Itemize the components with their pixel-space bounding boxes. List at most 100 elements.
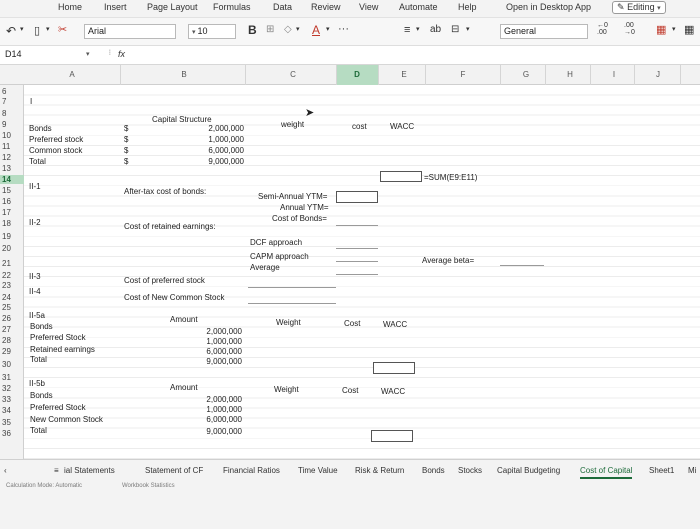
font-size-select[interactable]: ▾ 10 bbox=[188, 24, 236, 39]
menu-insert[interactable]: Insert bbox=[104, 2, 127, 12]
merge-icon[interactable]: ⊟ bbox=[451, 24, 459, 35]
increase-decimal-icon[interactable]: ←0.00 bbox=[597, 22, 608, 36]
row-header[interactable]: 18 bbox=[2, 219, 11, 228]
cell-bonds-5b[interactable]: Bonds bbox=[30, 391, 53, 400]
input-box-wacc-5a[interactable] bbox=[373, 362, 415, 374]
cell-annual-ytm[interactable]: Annual YTM= bbox=[280, 203, 329, 212]
cell-value-bonds-5a[interactable]: 2,000,000 bbox=[186, 327, 242, 336]
row-header[interactable]: 6 bbox=[2, 87, 6, 96]
row-header[interactable]: 30 bbox=[2, 360, 11, 369]
input-box-total-weight[interactable] bbox=[380, 171, 422, 182]
cell-new-common-stock[interactable]: New Common Stock bbox=[30, 415, 103, 424]
row-header[interactable]: 33 bbox=[2, 395, 11, 404]
cell-value-new-common[interactable]: 6,000,000 bbox=[186, 415, 242, 424]
cell-value-total-5a[interactable]: 9,000,000 bbox=[186, 357, 242, 366]
chevron-down-icon[interactable]: ▾ bbox=[416, 25, 420, 33]
row-header[interactable]: 13 bbox=[2, 164, 11, 173]
status-workbook-stats[interactable]: Workbook Statistics bbox=[122, 483, 175, 489]
cell-total[interactable]: Total bbox=[29, 157, 46, 166]
menu-automate[interactable]: Automate bbox=[399, 2, 438, 12]
tab-cost-of-capital[interactable]: Cost of Capital bbox=[580, 466, 633, 479]
chevron-down-icon[interactable]: ▾ bbox=[672, 25, 676, 33]
row-header[interactable]: 31 bbox=[2, 373, 11, 382]
cell-ii-1[interactable]: II-1 bbox=[29, 182, 41, 191]
tab-time-value[interactable]: Time Value bbox=[298, 466, 338, 475]
row-header[interactable]: 9 bbox=[2, 120, 6, 129]
cell-wacc-header[interactable]: WACC bbox=[390, 122, 414, 131]
cell-retained-earnings[interactable]: Retained earnings bbox=[30, 345, 95, 354]
cell-cost-preferred[interactable]: Cost of preferred stock bbox=[124, 276, 205, 285]
number-format-select[interactable]: General bbox=[500, 24, 588, 39]
cell-average-beta[interactable]: Average beta= bbox=[422, 256, 474, 265]
cell-bonds[interactable]: Bonds bbox=[29, 124, 52, 133]
row-header[interactable]: 10 bbox=[2, 131, 11, 140]
tab-sheet1[interactable]: Sheet1 bbox=[649, 466, 674, 475]
row-header[interactable]: 34 bbox=[2, 406, 11, 415]
cell-value-bonds[interactable]: 2,000,000 bbox=[188, 124, 244, 133]
row-header[interactable]: 8 bbox=[2, 109, 6, 118]
row-header[interactable]: 11 bbox=[2, 142, 10, 151]
column-header-h[interactable]: H bbox=[560, 70, 580, 79]
input-box-semi-annual-ytm[interactable] bbox=[336, 191, 378, 203]
cell-bonds-5a[interactable]: Bonds bbox=[30, 322, 53, 331]
menu-help[interactable]: Help bbox=[458, 2, 477, 12]
table-icon[interactable]: ▦ bbox=[684, 23, 694, 36]
cell-weight-header-5b[interactable]: Weight bbox=[274, 385, 299, 394]
chevron-down-icon[interactable]: ▾ bbox=[46, 25, 50, 33]
cell-average[interactable]: Average bbox=[250, 263, 280, 272]
cell-cost-header-5b[interactable]: Cost bbox=[342, 386, 358, 395]
cell-cost-header[interactable]: cost bbox=[352, 122, 367, 131]
cell-amount-header[interactable]: Amount bbox=[170, 315, 198, 324]
row-header[interactable]: 7 bbox=[2, 97, 6, 106]
cell-common-stock[interactable]: Common stock bbox=[29, 146, 82, 155]
column-header-g[interactable]: G bbox=[516, 70, 536, 79]
column-header-e[interactable]: E bbox=[394, 70, 414, 79]
row-header[interactable]: 25 bbox=[2, 303, 11, 312]
cell-total-5a[interactable]: Total bbox=[30, 355, 47, 364]
cell-dcf-approach[interactable]: DCF approach bbox=[250, 238, 302, 247]
cell-value-total[interactable]: 9,000,000 bbox=[188, 157, 244, 166]
menu-view[interactable]: View bbox=[359, 2, 378, 12]
conditional-format-icon[interactable]: ▦ bbox=[656, 23, 666, 36]
bold-button[interactable]: B bbox=[248, 23, 257, 37]
cell-value-total-5b[interactable]: 9,000,000 bbox=[186, 427, 242, 436]
column-header-b[interactable]: B bbox=[174, 70, 194, 79]
chevron-down-icon[interactable]: ▾ bbox=[296, 25, 300, 33]
spreadsheet-grid[interactable]: A B C D E F G H I J 6 7 8 9 10 11 12 13 … bbox=[0, 65, 700, 459]
cell-sum-formula[interactable]: =SUM(E9:E11) bbox=[424, 173, 477, 182]
more-options-button[interactable]: ··· bbox=[338, 23, 349, 35]
cell-ii-5a[interactable]: II-5a bbox=[29, 311, 45, 320]
cell-weight-header-5a[interactable]: Weight bbox=[276, 318, 301, 327]
name-box[interactable]: D14 ▾ bbox=[2, 48, 100, 62]
row-header[interactable]: 19 bbox=[2, 232, 11, 241]
cell-ii-2[interactable]: II-2 bbox=[29, 218, 41, 227]
clipboard-icon[interactable]: ▯ bbox=[34, 24, 40, 37]
cell-value-common[interactable]: 6,000,000 bbox=[188, 146, 244, 155]
cell-value-retained[interactable]: 6,000,000 bbox=[186, 347, 242, 356]
cell-value-preferred-5a[interactable]: 1,000,000 bbox=[186, 337, 242, 346]
tab-stocks[interactable]: Stocks bbox=[458, 466, 482, 475]
chevron-down-icon[interactable]: ▾ bbox=[466, 25, 470, 33]
cell-wacc-header-5b[interactable]: WACC bbox=[381, 387, 405, 396]
cell-capm-approach[interactable]: CAPM approach bbox=[250, 252, 309, 261]
chevron-down-icon[interactable]: ▾ bbox=[20, 25, 24, 33]
cell-ii-5b[interactable]: II-5b bbox=[29, 379, 45, 388]
column-header-j[interactable]: J bbox=[648, 70, 668, 79]
wrap-text-icon[interactable]: ab bbox=[430, 24, 441, 35]
column-header-d[interactable]: D bbox=[347, 70, 367, 79]
cell-a7[interactable]: I bbox=[30, 97, 32, 106]
tab-more[interactable]: Mi bbox=[688, 466, 696, 475]
row-header[interactable]: 27 bbox=[2, 325, 11, 334]
cell-weight-header[interactable]: weight bbox=[281, 120, 304, 129]
font-name-select[interactable]: Arial bbox=[84, 24, 176, 39]
row-header-selected[interactable]: 14 bbox=[0, 175, 24, 184]
cell-wacc-header-5a[interactable]: WACC bbox=[383, 320, 407, 329]
column-header-a[interactable]: A bbox=[62, 70, 82, 79]
scroll-left-icon[interactable]: ‹ bbox=[4, 466, 7, 475]
row-header[interactable]: 28 bbox=[2, 336, 11, 345]
column-header-i[interactable]: I bbox=[604, 70, 624, 79]
cell-cost-new-common[interactable]: Cost of New Common Stock bbox=[124, 293, 224, 302]
font-color-icon[interactable]: A bbox=[312, 23, 320, 37]
sheet-list-icon[interactable]: ≡ bbox=[54, 466, 59, 475]
row-header[interactable]: 12 bbox=[2, 153, 11, 162]
